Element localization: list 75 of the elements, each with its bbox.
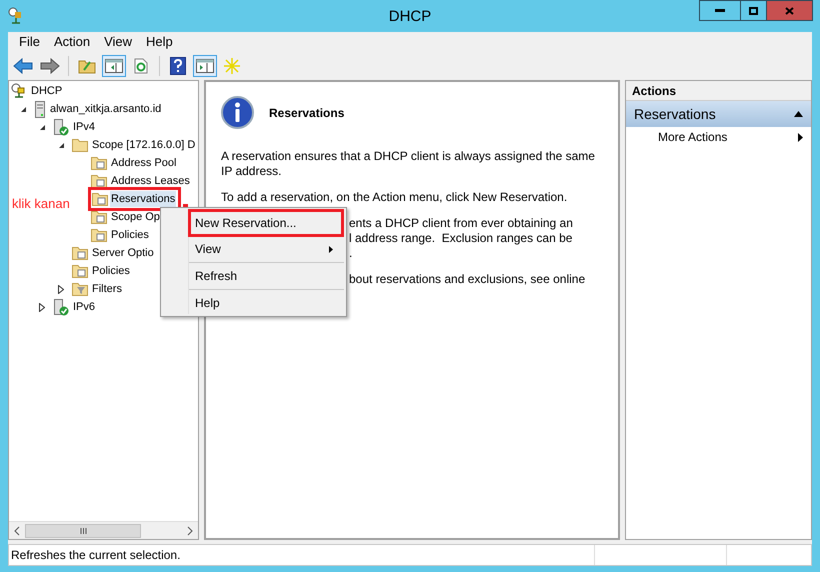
forward-arrow-icon xyxy=(40,58,60,74)
section-header[interactable]: Reservations xyxy=(626,101,811,127)
tree-item[interactable]: Server Optio xyxy=(91,244,155,262)
close-button[interactable] xyxy=(767,0,813,21)
dhcp-icon xyxy=(11,83,27,99)
toolbar-button[interactable] xyxy=(193,55,217,77)
minimize-icon xyxy=(715,9,725,12)
context-menu-item[interactable]: View xyxy=(188,237,344,261)
sparkle-icon xyxy=(223,57,241,75)
grip-icon xyxy=(80,528,86,534)
help-icon xyxy=(170,57,186,75)
description-text: ents a DHCP client from ever obtaining an l address range. Exclusion ranges can be . xyxy=(349,216,573,261)
back-arrow-icon xyxy=(13,58,33,74)
menu-item[interactable]: Help xyxy=(141,32,178,52)
action-item[interactable]: More Actions xyxy=(626,127,811,147)
pane-icon xyxy=(196,59,214,73)
submenu-arrow-icon xyxy=(329,246,333,252)
tree-item[interactable]: Address Pool xyxy=(110,154,178,172)
refresh-icon xyxy=(134,58,148,74)
submenu-arrow-icon xyxy=(798,132,803,142)
scroll-thumb[interactable] xyxy=(25,524,141,538)
tree-item[interactable]: Filters xyxy=(91,280,123,298)
folder-document-icon xyxy=(72,246,88,260)
maximize-icon xyxy=(749,6,758,14)
status-text: Refreshes the current selection. xyxy=(10,547,182,564)
tree-item[interactable]: DHCP xyxy=(30,82,64,100)
section-title: Reservations xyxy=(634,104,716,124)
menu-item[interactable]: Action xyxy=(48,32,96,52)
description-text: To add a reservation, on the Action menu, click New Reservation. xyxy=(221,190,568,205)
context-menu-item[interactable]: Refresh xyxy=(188,264,344,288)
toolbar-button[interactable] xyxy=(102,55,126,77)
folder-document-icon xyxy=(91,174,107,188)
tree-item[interactable]: Policies xyxy=(91,262,131,280)
description-text: bout reservations and exclusions, see online xyxy=(349,272,586,287)
annotation-connector xyxy=(183,204,188,207)
expanded-arrow-icon[interactable] xyxy=(39,124,46,130)
server-icon xyxy=(34,100,46,118)
expanded-arrow-icon[interactable] xyxy=(20,106,27,112)
folder-document-icon xyxy=(91,228,107,242)
content-title: Reservations xyxy=(269,104,344,122)
tree-item[interactable]: Policies xyxy=(110,226,150,244)
actions-header: Actions xyxy=(626,81,811,101)
app-icon xyxy=(8,7,22,25)
window-title: DHCP xyxy=(388,7,432,27)
tree-item[interactable]: Address Leases xyxy=(110,172,191,190)
tree-item[interactable]: IPv4 xyxy=(72,118,96,136)
collapsed-arrow-icon[interactable] xyxy=(39,302,45,312)
tree-item[interactable]: Reservations xyxy=(110,190,176,208)
folder-document-icon xyxy=(91,156,107,170)
server-check-icon xyxy=(53,118,69,136)
folder-icon xyxy=(78,58,96,74)
expanded-arrow-icon[interactable] xyxy=(58,142,65,148)
annotation-text: klik kanan xyxy=(12,195,70,213)
server-check-icon xyxy=(53,298,69,316)
tree-item[interactable]: IPv6 xyxy=(72,298,96,316)
menu-item[interactable]: View xyxy=(99,32,138,52)
menu-item[interactable]: File xyxy=(14,32,45,52)
folder-document-icon xyxy=(92,192,108,206)
context-menu-item[interactable]: Help xyxy=(188,291,344,315)
collapsed-arrow-icon[interactable] xyxy=(58,284,64,294)
context-menu-item[interactable]: New Reservation... xyxy=(188,209,344,237)
info-icon xyxy=(221,96,254,129)
folder-icon xyxy=(72,138,88,152)
collapse-arrow-icon[interactable] xyxy=(794,111,803,117)
pane-icon xyxy=(105,59,123,73)
tree-item[interactable]: Scope Op xyxy=(110,208,161,226)
description-text: A reservation ensures that a DHCP client is always assigned the same IP address. xyxy=(221,149,595,179)
close-icon xyxy=(785,6,794,14)
folder-filter-icon xyxy=(72,282,88,296)
folder-document-icon xyxy=(91,210,107,224)
tree-item[interactable]: Scope [172.16.0.0] D xyxy=(91,136,196,154)
folder-document-icon xyxy=(72,264,88,278)
tree-item[interactable]: alwan_xitkja.arsanto.id xyxy=(49,100,162,118)
horizontal-scrollbar[interactable] xyxy=(9,521,198,539)
minimize-button[interactable] xyxy=(699,0,741,21)
